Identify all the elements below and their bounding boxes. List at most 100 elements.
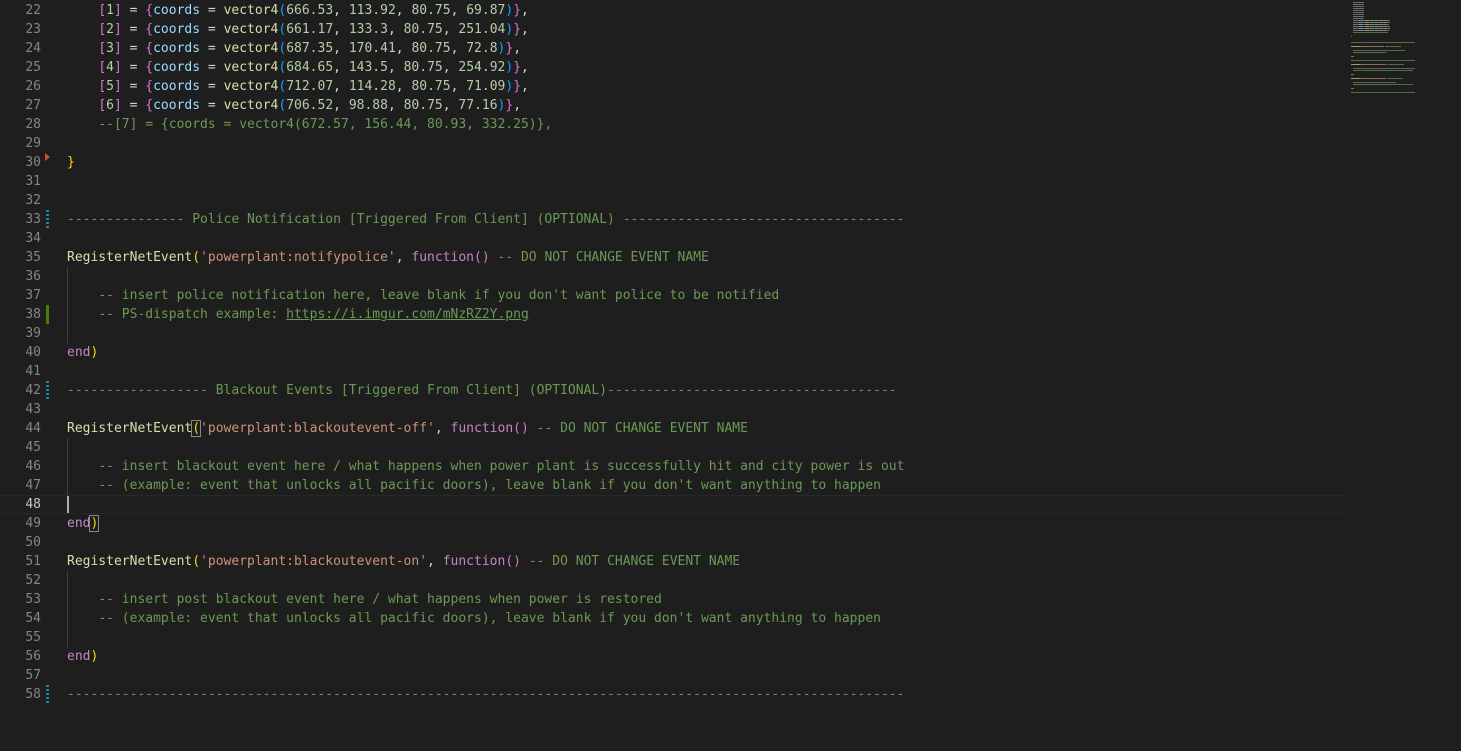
identifier-token: coords bbox=[153, 98, 201, 113]
number-token: 77.16 bbox=[458, 98, 498, 113]
code-line[interactable]: 51 RegisterNetEvent('powerplant:blackoute… bbox=[0, 552, 1345, 571]
line-number: 23 bbox=[25, 22, 41, 37]
line-number: 48 bbox=[25, 497, 41, 512]
number-token: 143.5 bbox=[348, 60, 388, 75]
modified-line-marker[interactable] bbox=[46, 381, 49, 400]
indent-guide bbox=[67, 571, 68, 590]
line-number: 40 bbox=[25, 345, 41, 360]
code-line[interactable]: 43 bbox=[0, 400, 1345, 419]
code-line[interactable]: 39 bbox=[0, 324, 1345, 343]
modified-line-marker[interactable] bbox=[46, 685, 49, 704]
code-line[interactable]: 27 [6] = {coords = vector4(706.52, 98.88… bbox=[0, 96, 1345, 115]
code-line[interactable]: 41 bbox=[0, 362, 1345, 381]
code-line[interactable]: 23 [2] = {coords = vector4(661.17, 133.3… bbox=[0, 20, 1345, 39]
line-content: [4] = {coords = vector4(684.65, 143.5, 8… bbox=[67, 58, 529, 77]
bracket-token: ] bbox=[113, 60, 122, 75]
code-line[interactable]: 34 bbox=[0, 229, 1345, 248]
function-token: RegisterNetEvent bbox=[67, 421, 193, 436]
code-line[interactable]: 28 --[7] = {coords = vector4(672.57, 156… bbox=[0, 115, 1345, 134]
line-number: 39 bbox=[25, 326, 41, 341]
code-line[interactable]: 24 [3] = {coords = vector4(687.35, 170.4… bbox=[0, 39, 1345, 58]
minimap-line bbox=[1389, 20, 1390, 21]
line-number: 34 bbox=[25, 231, 41, 246]
code-line[interactable]: 58 --------------------------------------… bbox=[0, 685, 1345, 704]
code-line[interactable]: 54 -- (example: event that unlocks all p… bbox=[0, 609, 1345, 628]
minimap-line bbox=[1386, 64, 1387, 65]
minimap-line bbox=[1367, 52, 1386, 53]
punctuation-token: = bbox=[200, 41, 224, 56]
bracket-token: ] bbox=[113, 3, 122, 18]
punctuation-token: , bbox=[450, 3, 467, 18]
line-number: 53 bbox=[25, 592, 41, 607]
punctuation-token: = bbox=[121, 60, 146, 75]
punctuation-token: , bbox=[387, 60, 404, 75]
number-token: 251.04 bbox=[458, 22, 506, 37]
comment-token: -- DO NOT CHANGE EVENT NAME bbox=[528, 554, 741, 569]
bracket-token: () bbox=[513, 421, 529, 436]
bracket-token: ( bbox=[278, 79, 287, 94]
code-line[interactable]: 55 bbox=[0, 628, 1345, 647]
code-line[interactable]: 35 RegisterNetEvent('powerplant:notifypol… bbox=[0, 248, 1345, 267]
line-number: 57 bbox=[25, 668, 41, 683]
code-line[interactable]: 42 ------------------ Blackout Events [Tr… bbox=[0, 381, 1345, 400]
code-line[interactable]: 44 RegisterNetEvent('powerplant:blackoute… bbox=[0, 419, 1345, 438]
function-token: vector4 bbox=[223, 79, 279, 94]
current-line[interactable]: 48 bbox=[0, 495, 1345, 514]
minimap-line bbox=[1353, 56, 1354, 57]
punctuation-token: = bbox=[200, 60, 224, 75]
indentation bbox=[67, 459, 98, 474]
code-line[interactable]: 49 end) bbox=[0, 514, 1345, 533]
code-line[interactable]: 31 bbox=[0, 172, 1345, 191]
line-number: 42 bbox=[25, 383, 41, 398]
minimap-line bbox=[1353, 82, 1396, 83]
modified-line-marker[interactable] bbox=[46, 210, 49, 229]
code-line[interactable]: 52 bbox=[0, 571, 1345, 590]
punctuation-token: = bbox=[200, 3, 224, 18]
added-line-marker[interactable] bbox=[46, 305, 49, 324]
indentation bbox=[67, 117, 98, 132]
code-line[interactable]: 32 bbox=[0, 191, 1345, 210]
code-line[interactable]: 38 -- PS-dispatch example: https://i.img… bbox=[0, 305, 1345, 324]
code-line[interactable]: 22 [1] = {coords = vector4(666.53, 113.9… bbox=[0, 1, 1345, 20]
line-number: 29 bbox=[25, 136, 41, 151]
comment-token: -- insert blackout event here / what hap… bbox=[98, 459, 905, 474]
code-line[interactable]: 25 [4] = {coords = vector4(684.65, 143.5… bbox=[0, 58, 1345, 77]
code-line[interactable]: 50 bbox=[0, 533, 1345, 552]
minimap-line bbox=[1353, 6, 1364, 7]
code-line[interactable]: 37 -- insert police notification here, l… bbox=[0, 286, 1345, 305]
line-content: [3] = {coords = vector4(687.35, 170.41, … bbox=[67, 39, 521, 58]
minimap-line bbox=[1353, 50, 1405, 51]
number-token: 687.35 bbox=[286, 41, 334, 56]
bracket-token: ] bbox=[113, 41, 122, 56]
code-line[interactable]: 45 bbox=[0, 438, 1345, 457]
code-line[interactable]: 57 bbox=[0, 666, 1345, 685]
link-token[interactable]: https://i.imgur.com/mNzRZ2Y.png bbox=[286, 307, 529, 322]
code-line[interactable]: 40 end) bbox=[0, 343, 1345, 362]
code-line[interactable]: 47 -- (example: event that unlocks all p… bbox=[0, 476, 1345, 495]
minimap[interactable] bbox=[1345, 0, 1461, 751]
code-line[interactable]: 53 -- insert post blackout event here / … bbox=[0, 590, 1345, 609]
punctuation-token bbox=[521, 554, 529, 569]
deleted-line-marker[interactable] bbox=[45, 153, 50, 161]
code-line[interactable]: 26 [5] = {coords = vector4(712.07, 114.2… bbox=[0, 77, 1345, 96]
minimap-line bbox=[1388, 64, 1404, 65]
line-content: -- insert post blackout event here / wha… bbox=[67, 590, 662, 609]
keyword-token: function bbox=[442, 554, 506, 569]
number-token: 80.75 bbox=[411, 3, 451, 18]
keyword-token: function bbox=[411, 250, 475, 265]
code-line[interactable]: 30} bbox=[0, 153, 1345, 172]
punctuation-token: , bbox=[333, 3, 349, 18]
identifier-token: coords bbox=[153, 3, 201, 18]
code-editor[interactable]: 22 [1] = {coords = vector4(666.53, 113.9… bbox=[0, 1, 1345, 751]
code-line[interactable]: 29 bbox=[0, 134, 1345, 153]
bracket-token: } bbox=[513, 22, 522, 37]
punctuation-token: = bbox=[121, 79, 146, 94]
code-line[interactable]: 33 --------------- Police Notification [T… bbox=[0, 210, 1345, 229]
number-token: 706.52 bbox=[286, 98, 334, 113]
line-content: --[7] = {coords = vector4(672.57, 156.44… bbox=[67, 115, 552, 134]
code-line[interactable]: 36 bbox=[0, 267, 1345, 286]
code-line[interactable]: 46 -- insert blackout event here / what … bbox=[0, 457, 1345, 476]
bracket-token: () bbox=[505, 554, 521, 569]
comment-token: -- (example: event that unlocks all paci… bbox=[98, 611, 881, 626]
code-line[interactable]: 56 end) bbox=[0, 647, 1345, 666]
